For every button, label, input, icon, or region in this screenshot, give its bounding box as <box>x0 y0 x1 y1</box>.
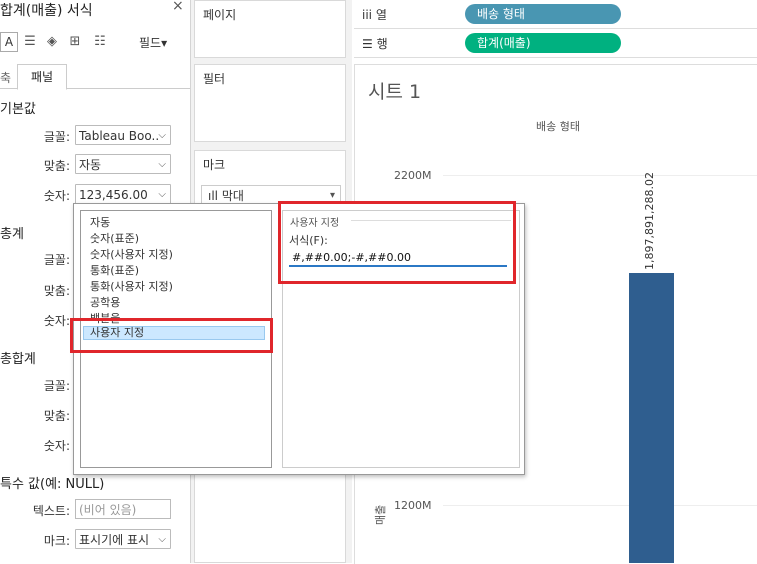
special-marks-value: 표시기에 표시 <box>79 533 150 547</box>
rows-shelf[interactable]: ☰ 행 합계(매출) <box>354 29 757 58</box>
grand-totals-align-label: 맞춤: <box>43 409 70 423</box>
axis-tick-label: 1200M <box>394 499 432 512</box>
rows-label-text: 행 <box>376 37 388 51</box>
columns-shelf[interactable]: iii 열 배송 형태 <box>354 0 757 29</box>
rows-pill[interactable]: 합계(매출) <box>465 33 621 53</box>
chevron-down-icon: ⌵ <box>158 130 166 141</box>
default-font-label: 글꼴: <box>43 130 70 144</box>
format-option[interactable]: 숫자(표준) <box>90 230 139 246</box>
fields-dropdown-button[interactable]: 필드▾ <box>139 34 167 51</box>
format-option[interactable]: 통화(사용자 지정) <box>90 278 173 294</box>
grand-totals-font-label: 글꼴: <box>43 379 70 393</box>
format-option[interactable]: 통화(표준) <box>90 262 139 278</box>
default-section-title: 기본값 <box>0 102 36 117</box>
axis-title: 매출 <box>374 504 387 525</box>
highlight-box <box>70 318 273 353</box>
special-text-input[interactable]: (비어 있음) <box>75 499 171 519</box>
grand-totals-number-label: 숫자: <box>43 439 70 453</box>
mark-type-value: 막대 <box>221 189 244 203</box>
special-marks-select[interactable]: 표시기에 표시 ⌵ <box>75 529 171 549</box>
sheet-title: 시트 1 <box>368 81 422 103</box>
totals-align-label: 맞춤: <box>43 284 70 298</box>
axis-tick-label: 2200M <box>394 169 432 182</box>
column-header: 배송 형태 <box>536 120 580 133</box>
borders-icon[interactable]: ⊞ <box>67 34 83 50</box>
rows-icon: ☰ <box>362 37 373 51</box>
format-option[interactable]: 숫자(사용자 지정) <box>90 246 173 262</box>
format-option[interactable]: 자동 <box>90 214 110 230</box>
default-align-value: 자동 <box>79 158 102 172</box>
rows-shelf-label: ☰ 행 <box>362 35 388 52</box>
default-font-value: Tableau Boo.. <box>79 129 160 143</box>
font-format-icon[interactable]: A <box>0 32 18 52</box>
shading-icon[interactable]: ◈ <box>44 34 60 50</box>
alignment-icon[interactable]: ☰ <box>22 34 38 50</box>
format-pane-title: 합계(매출) 서식 <box>0 3 93 19</box>
highlight-box <box>278 201 516 284</box>
totals-section-title: 총계 <box>0 227 24 242</box>
default-align-select[interactable]: 자동 ⌵ <box>75 154 171 174</box>
bar-chart-icon: ıll <box>208 189 219 203</box>
bar-mark[interactable] <box>629 273 674 563</box>
totals-font-label: 글꼴: <box>43 253 70 267</box>
columns-pill[interactable]: 배송 형태 <box>465 4 621 24</box>
marks-card-title: 마크 <box>203 158 226 172</box>
grand-totals-section-title: 총합계 <box>0 352 36 367</box>
default-number-value: 123,456.00 <box>79 188 148 202</box>
gridline <box>443 505 757 506</box>
pages-card[interactable]: 페이지 <box>194 0 346 58</box>
filters-card[interactable]: 필터 <box>194 64 346 142</box>
filters-card-title: 필터 <box>203 72 226 86</box>
tab-axis[interactable]: 축 <box>0 69 11 86</box>
special-values-section-title: 특수 값(예: NULL) <box>0 477 105 492</box>
totals-number-label: 숫자: <box>43 314 70 328</box>
default-align-label: 맞춤: <box>43 159 70 173</box>
pages-card-title: 페이지 <box>203 8 237 22</box>
tab-pane[interactable]: 패널 <box>17 64 67 90</box>
format-option[interactable]: 공학용 <box>90 294 120 310</box>
close-icon[interactable]: × <box>172 0 184 14</box>
chevron-down-icon: ⌵ <box>158 159 166 170</box>
chevron-down-icon: ⌵ <box>158 534 166 545</box>
special-marks-label: 마크: <box>43 534 70 548</box>
lines-icon[interactable]: ☷ <box>92 34 108 50</box>
columns-shelf-label: iii 열 <box>362 6 387 23</box>
default-number-select[interactable]: 123,456.00 ⌵ <box>75 184 171 204</box>
default-number-label: 숫자: <box>43 189 70 203</box>
gridline <box>443 175 757 176</box>
columns-icon: iii <box>362 8 373 22</box>
bar-data-label: 1,897,891,288.02 <box>643 172 656 270</box>
default-font-select[interactable]: Tableau Boo.. ⌵ <box>75 125 171 145</box>
special-text-label: 텍스트: <box>32 504 70 518</box>
columns-label-text: 열 <box>375 8 387 22</box>
chevron-down-icon: ⌵ <box>158 189 166 200</box>
